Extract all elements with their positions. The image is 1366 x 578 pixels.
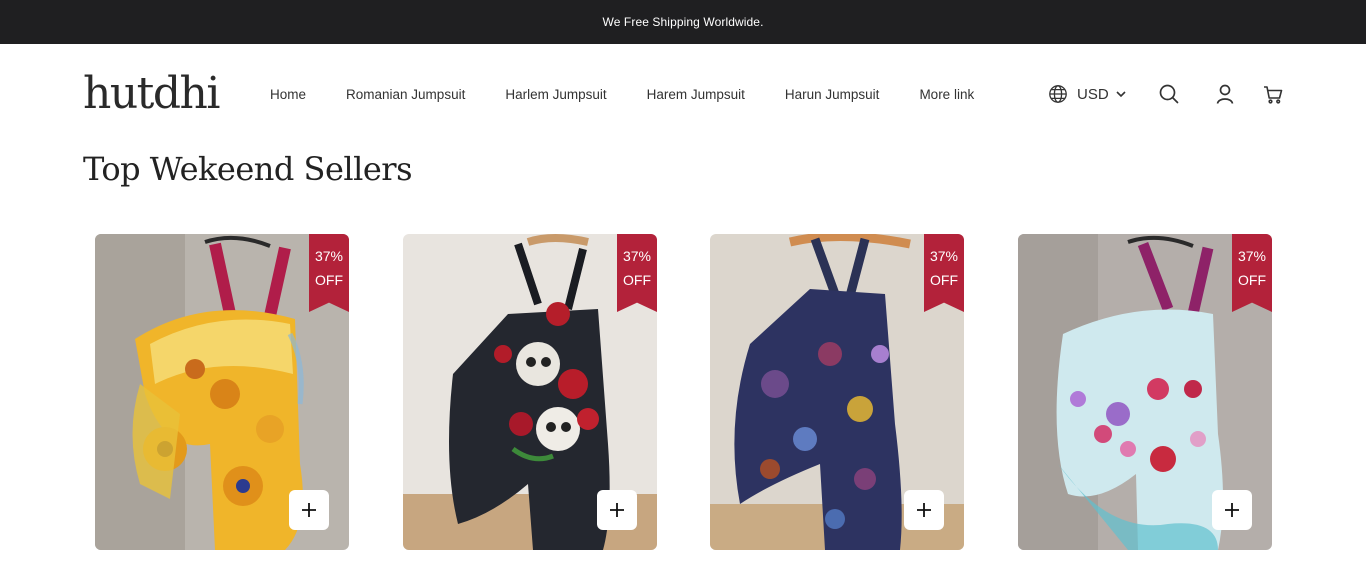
add-to-cart-button[interactable] — [289, 490, 329, 530]
discount-percent: 37% — [1237, 248, 1267, 264]
discount-off-label: OFF — [930, 272, 958, 288]
announcement-text: We Free Shipping Worldwide. — [602, 15, 764, 29]
plus-icon — [302, 503, 316, 517]
nav-item-harlem-jumpsuit[interactable]: Harlem Jumpsuit — [505, 87, 606, 102]
announcement-bar: We Free Shipping Worldwide. — [0, 0, 1366, 44]
discount-off-label: OFF — [623, 272, 651, 288]
discount-ribbon: 37% OFF — [309, 234, 349, 312]
discount-off-label: OFF — [315, 272, 343, 288]
plus-icon — [610, 503, 624, 517]
chevron-down-icon — [1116, 91, 1126, 98]
discount-ribbon: 37% OFF — [1232, 234, 1272, 312]
globe-icon — [1049, 85, 1067, 103]
product-card[interactable]: 37% OFF — [1018, 234, 1272, 550]
product-card[interactable]: 37% OFF — [710, 234, 964, 550]
discount-off-label: OFF — [1238, 272, 1266, 288]
nav-item-more-link[interactable]: More link — [919, 87, 974, 102]
account-icon[interactable] — [1214, 83, 1236, 105]
discount-percent: 37% — [929, 248, 959, 264]
plus-icon — [917, 503, 931, 517]
currency-selector[interactable]: USD — [1048, 83, 1127, 105]
search-icon[interactable] — [1158, 83, 1180, 105]
nav-item-home[interactable]: Home — [270, 87, 306, 102]
nav-item-harem-jumpsuit[interactable]: Harem Jumpsuit — [647, 87, 745, 102]
product-card[interactable]: 37% OFF — [95, 234, 349, 550]
product-card[interactable]: 37% OFF — [403, 234, 657, 550]
nav-item-harun-jumpsuit[interactable]: Harun Jumpsuit — [785, 87, 880, 102]
nav-item-romanian-jumpsuit[interactable]: Romanian Jumpsuit — [346, 87, 465, 102]
cart-icon[interactable] — [1262, 83, 1284, 105]
discount-percent: 37% — [314, 248, 344, 264]
section-title: Top Wekeend Sellers — [83, 150, 413, 188]
brand-logo[interactable]: hutdhi — [83, 70, 220, 118]
main-nav: Home Romanian Jumpsuit Harlem Jumpsuit H… — [270, 84, 974, 104]
plus-icon — [1225, 503, 1239, 517]
discount-ribbon: 37% OFF — [924, 234, 964, 312]
add-to-cart-button[interactable] — [904, 490, 944, 530]
site-header: hutdhi Home Romanian Jumpsuit Harlem Jum… — [0, 44, 1366, 144]
currency-code: USD — [1077, 85, 1109, 103]
add-to-cart-button[interactable] — [1212, 490, 1252, 530]
add-to-cart-button[interactable] — [597, 490, 637, 530]
discount-ribbon: 37% OFF — [617, 234, 657, 312]
discount-percent: 37% — [622, 248, 652, 264]
